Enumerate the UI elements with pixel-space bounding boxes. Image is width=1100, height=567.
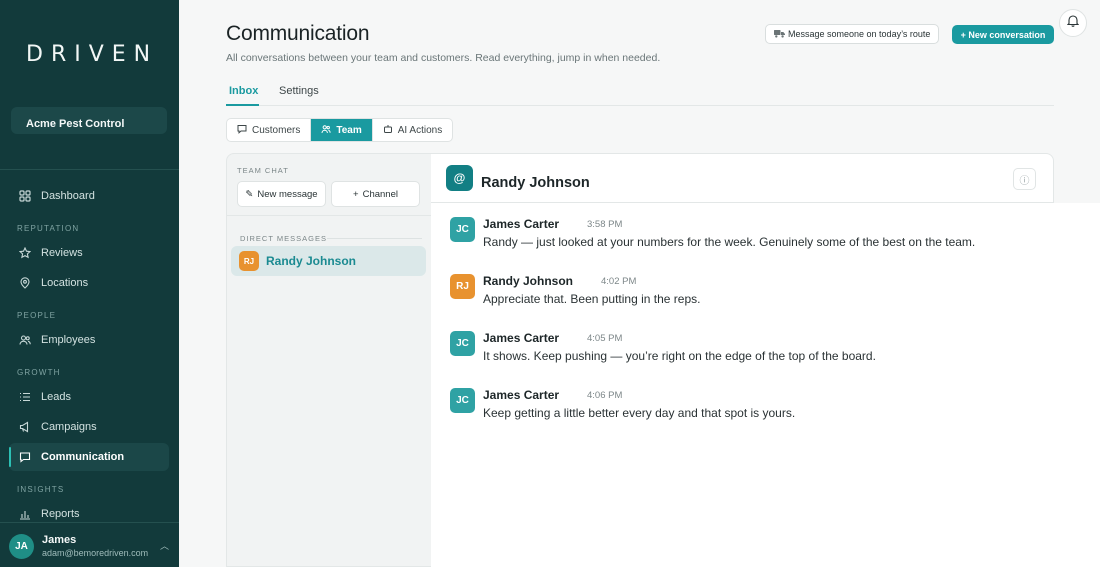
avatar: JC [450, 331, 475, 356]
message-thread: JC James Carter 3:58 PM Randy — just loo… [431, 203, 1100, 567]
sidebar-item-employees[interactable]: Employees [9, 326, 169, 354]
direct-messages-label: DIRECT MESSAGES [240, 234, 327, 243]
segment-customers[interactable]: Customers [227, 119, 310, 141]
avatar: RJ [450, 274, 475, 299]
segment-ai-actions[interactable]: AI Actions [371, 119, 452, 141]
notifications-button[interactable] [1059, 9, 1087, 37]
chat-icon [237, 124, 247, 137]
segment-label: AI Actions [397, 124, 443, 136]
conversation-title: Randy Johnson [481, 175, 590, 191]
new-message-button[interactable]: ✎ New message [237, 181, 326, 207]
active-tab-indicator [226, 104, 259, 106]
list-divider [227, 215, 431, 216]
tab-inbox[interactable]: Inbox [229, 85, 258, 97]
sidebar-item-label: Communication [41, 451, 125, 463]
message-sender: James Carter [483, 217, 560, 231]
sidebar-item-label: Reviews [41, 247, 83, 259]
avatar: JC [450, 217, 475, 242]
message-sender: James Carter [483, 388, 560, 402]
star-icon [18, 247, 31, 260]
channel-filter: Customers Team AI Actions [226, 118, 454, 142]
dm-divider [327, 238, 422, 239]
dm-name: Randy Johnson [266, 254, 357, 268]
message-time: 3:58 PM [587, 219, 623, 230]
sidebar: DRIVEN Acme Pest Control Dashboard REPUT… [0, 0, 179, 567]
avatar: RJ [239, 251, 259, 271]
plus-icon: + [353, 188, 359, 200]
user-email: adam@bemoredriven.com [42, 548, 149, 558]
info-button[interactable]: ⓘ [1013, 168, 1036, 190]
message-route-label: Message someone on today’s route [788, 29, 931, 39]
message: JC James Carter 4:06 PM Keep getting a l… [450, 388, 1090, 424]
user-menu[interactable]: JA James adam@bemoredriven.com ︿ [0, 522, 179, 567]
section-insights: INSIGHTS [17, 485, 65, 494]
org-switcher[interactable]: Acme Pest Control [11, 107, 167, 134]
sidebar-item-reviews[interactable]: Reviews [9, 239, 169, 267]
truck-icon [774, 29, 785, 40]
info-icon: ⓘ [1019, 175, 1030, 187]
sidebar-item-label: Locations [41, 277, 89, 289]
sidebar-item-label: Reports [41, 508, 80, 520]
message-text: Keep getting a little better every day a… [483, 406, 796, 420]
robot-icon [383, 124, 393, 137]
page-title: Communication [226, 22, 370, 45]
section-growth: GROWTH [17, 368, 61, 377]
users-icon [18, 334, 31, 347]
sidebar-item-dashboard[interactable]: Dashboard [9, 182, 169, 210]
chat-icon [18, 451, 31, 464]
tab-bar: Inbox Settings [226, 82, 1054, 106]
channel-label: Channel [362, 188, 398, 200]
message-time: 4:06 PM [587, 390, 623, 401]
segment-team[interactable]: Team [310, 119, 372, 141]
dashboard-icon [18, 190, 31, 203]
bar-chart-icon [18, 508, 31, 521]
avatar: JA [9, 534, 34, 559]
message-time: 4:05 PM [587, 333, 623, 344]
pencil-icon: ✎ [245, 188, 254, 200]
new-message-label: New message [257, 188, 318, 200]
message-text: It shows. Keep pushing — you’re right on… [483, 349, 876, 363]
team-chat-label: TEAM CHAT [237, 166, 289, 175]
at-icon: @ [446, 165, 473, 191]
section-reputation: REPUTATION [17, 224, 80, 233]
dm-item-randy-johnson[interactable]: RJ Randy Johnson [231, 246, 426, 276]
message-text: Randy — just looked at your numbers for … [483, 235, 976, 249]
bell-icon [1066, 14, 1080, 32]
message-time: 4:02 PM [601, 276, 637, 287]
tab-settings[interactable]: Settings [279, 85, 319, 97]
segment-label: Team [336, 124, 362, 136]
sidebar-item-label: Employees [41, 334, 96, 346]
page-subtitle: All conversations between your team and … [226, 52, 661, 64]
message-text: Appreciate that. Been putting in the rep… [483, 292, 701, 306]
sidebar-item-campaigns[interactable]: Campaigns [9, 413, 169, 441]
sidebar-item-locations[interactable]: Locations [9, 269, 169, 297]
message: JC James Carter 4:05 PM It shows. Keep p… [450, 331, 1090, 367]
chat-list-panel: TEAM CHAT ✎ New message + Channel DIRECT… [226, 153, 431, 567]
conversation-header: @ Randy Johnson ⓘ [431, 153, 1054, 203]
megaphone-icon [18, 421, 31, 434]
avatar: JC [450, 388, 475, 413]
list-icon [18, 391, 31, 404]
new-channel-button[interactable]: + Channel [331, 181, 420, 207]
segment-label: Customers [252, 124, 301, 136]
message: RJ Randy Johnson 4:02 PM Appreciate that… [450, 274, 1090, 310]
message-sender: Randy Johnson [483, 274, 574, 288]
driven-logo: DRIVEN [26, 42, 159, 67]
sidebar-item-communication[interactable]: Communication [9, 443, 169, 471]
message-route-button[interactable]: Message someone on today’s route [765, 24, 940, 44]
message-sender: James Carter [483, 331, 560, 345]
sidebar-item-label: Campaigns [41, 421, 97, 433]
sidebar-item-leads[interactable]: Leads [9, 383, 169, 411]
location-pin-icon [18, 277, 31, 290]
chevron-up-icon: ︿ [160, 541, 170, 551]
section-people: PEOPLE [17, 311, 57, 320]
users-icon [321, 124, 331, 137]
sidebar-divider [0, 169, 179, 170]
sidebar-item-label: Leads [41, 391, 71, 403]
user-name: James [42, 534, 77, 546]
new-conversation-button[interactable]: + New conversation [952, 25, 1054, 44]
message: JC James Carter 3:58 PM Randy — just loo… [450, 217, 1090, 253]
sidebar-item-label: Dashboard [41, 190, 95, 202]
